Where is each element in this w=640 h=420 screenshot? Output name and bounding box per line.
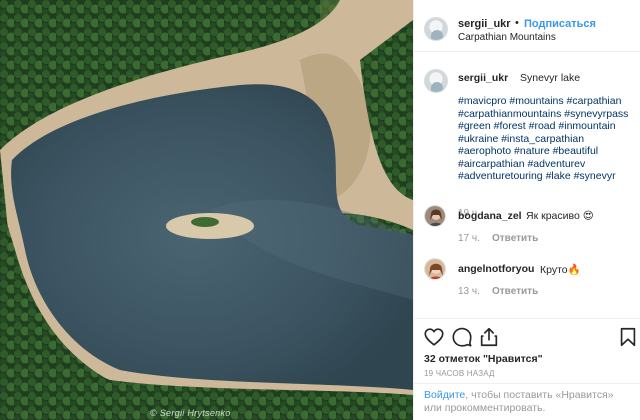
- hashtag-line[interactable]: #mavicpro #mountains #carpathian: [458, 95, 634, 108]
- post-timestamp[interactable]: 19 часов назад: [424, 369, 495, 378]
- share-icon[interactable]: [478, 326, 500, 348]
- comment-text: Як красиво 😍: [526, 210, 594, 222]
- post-actions: 32 отметок "Нравится" 19 часов назад Вой…: [414, 318, 640, 420]
- caption-author-avatar[interactable]: [424, 69, 448, 93]
- hashtag-line[interactable]: #green #forest #road #inmountain: [458, 120, 634, 133]
- likes-count[interactable]: 32 отметок "Нравится": [424, 353, 543, 365]
- caption-hashtags: #mavicpro #mountains #carpathian #carpat…: [458, 95, 634, 183]
- hashtag-line[interactable]: #aircarpathian #adventurev: [458, 158, 634, 171]
- commenter-avatar[interactable]: [424, 258, 446, 280]
- login-prompt: Войдите, чтобы поставить «Нравится» или …: [414, 383, 640, 420]
- login-link[interactable]: Войдите: [424, 389, 465, 401]
- comments-list[interactable]: sergii_ukr Synevyr lake #mavicpro #mount…: [414, 53, 640, 318]
- follow-button[interactable]: Подписаться: [524, 18, 596, 30]
- hashtag-line[interactable]: #adventuretouring #lake #synevyr: [458, 170, 634, 183]
- caption-text: Synevyr lake: [520, 72, 581, 84]
- comment-username[interactable]: bogdana_zel: [458, 210, 522, 222]
- author-avatar[interactable]: [424, 17, 448, 41]
- aerial-lake-image: [0, 0, 413, 420]
- hashtag-line[interactable]: #ukraine #insta_carpathian: [458, 133, 634, 146]
- post-photo[interactable]: © Sergii Hrytsenko: [0, 0, 413, 420]
- reply-button[interactable]: Ответить: [492, 233, 538, 244]
- post-header: sergii_ukr • Подписаться Carpathian Moun…: [414, 0, 640, 52]
- comment-username[interactable]: angelnotforyou: [458, 263, 534, 275]
- caption-username[interactable]: sergii_ukr: [458, 72, 508, 84]
- bookmark-icon[interactable]: [617, 326, 639, 348]
- post-location[interactable]: Carpathian Mountains: [458, 32, 556, 43]
- hashtag-line[interactable]: #aerophoto #nature #beautiful: [458, 145, 634, 158]
- header-separator: •: [515, 17, 519, 29]
- comment-item: angelnotforyou Круто🔥 13 ч. Ответить: [424, 258, 634, 298]
- author-username[interactable]: sergii_ukr: [458, 18, 511, 30]
- commenter-avatar[interactable]: [424, 205, 446, 227]
- photo-watermark: © Sergii Hrytsenko: [150, 408, 231, 418]
- comment-time[interactable]: 13 ч.: [458, 286, 480, 297]
- heart-icon[interactable]: [423, 326, 445, 348]
- reply-button[interactable]: Ответить: [492, 286, 538, 297]
- comment-time[interactable]: 17 ч.: [458, 233, 480, 244]
- comment-bubble-icon[interactable]: [451, 326, 473, 348]
- comment-item: bogdana_zel Як красиво 😍 17 ч. Ответить: [424, 205, 634, 245]
- hashtag-line[interactable]: #carpathianmountains #synevyrpass: [458, 108, 634, 121]
- comment-text: Круто🔥: [540, 264, 581, 276]
- post-side-panel: sergii_ukr • Подписаться Carpathian Moun…: [413, 0, 640, 420]
